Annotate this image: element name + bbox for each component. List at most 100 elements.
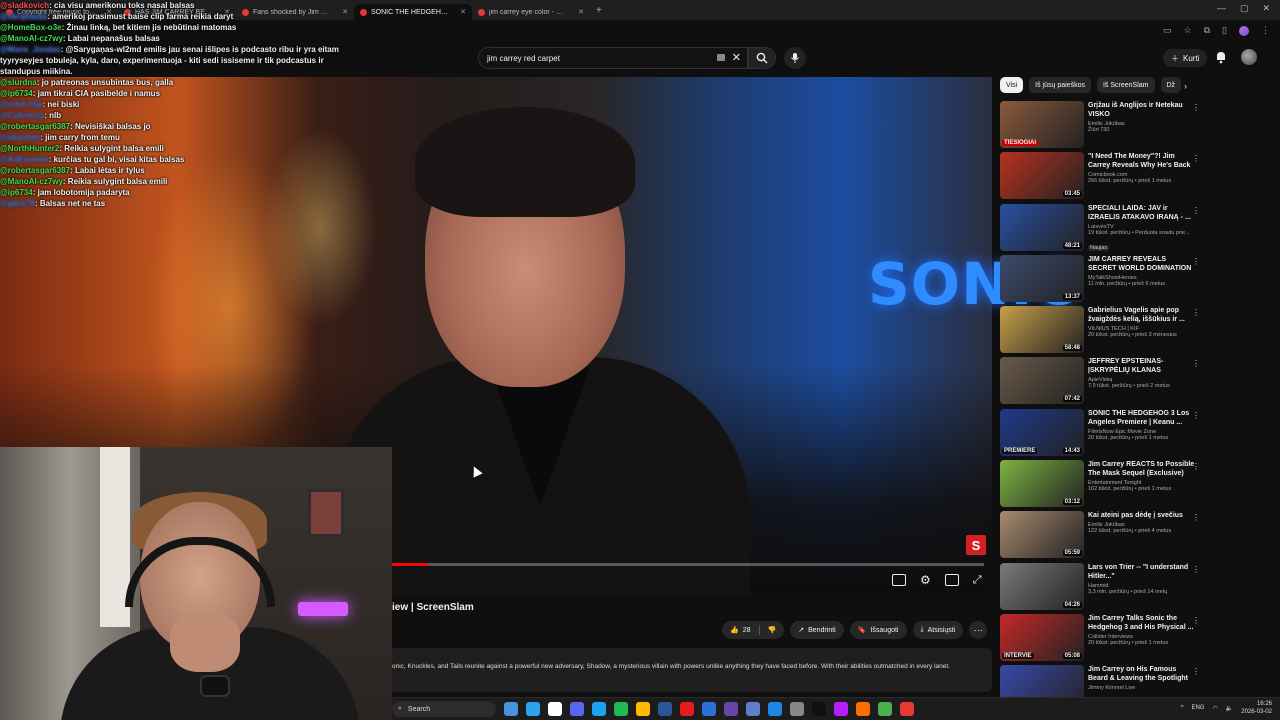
- more-options-icon[interactable]: ⋮: [1192, 206, 1200, 215]
- recommendation-item[interactable]: 03:12 Jim Carrey REACTS to Possible The M…: [1000, 460, 1272, 511]
- taskbar-app-icon[interactable]: [680, 702, 694, 716]
- chevron-up-icon[interactable]: ^: [1181, 705, 1184, 711]
- wifi-icon[interactable]: ◠: [1213, 705, 1218, 712]
- keyboard-icon[interactable]: [717, 54, 725, 61]
- browser-tab[interactable]: jim carrey eye color - Google ✕: [472, 4, 590, 20]
- search-button[interactable]: [748, 47, 776, 69]
- subtitles-icon[interactable]: [892, 574, 906, 586]
- taskbar-app-icon[interactable]: [614, 702, 628, 716]
- clear-search-icon[interactable]: ✕: [732, 51, 741, 64]
- extensions-icon[interactable]: ⧉: [1204, 25, 1210, 36]
- video-thumbnail[interactable]: 07:42: [1000, 357, 1084, 405]
- account-avatar[interactable]: [1241, 49, 1257, 65]
- download-button[interactable]: ⤓ Atsisiųsti: [912, 621, 964, 639]
- bookmark-star-icon[interactable]: ☆: [1184, 25, 1192, 36]
- taskbar-app-icon[interactable]: [658, 702, 672, 716]
- recommendation-item[interactable]: 14:43 PREMIERE SONIC THE HEDGEHOG 3 Los An…: [1000, 408, 1272, 460]
- tab-close-icon[interactable]: ✕: [460, 8, 466, 16]
- taskbar-app-icon[interactable]: [504, 702, 518, 716]
- video-thumbnail[interactable]: 03:12: [1000, 460, 1084, 508]
- taskbar-search[interactable]: ⌕ Search: [392, 701, 496, 717]
- more-options-icon[interactable]: ⋮: [1192, 565, 1200, 574]
- recommendation-item[interactable]: 03:45 "I Need The Money"?! Jim Carrey Rev…: [1000, 152, 1272, 203]
- more-options-icon[interactable]: ⋮: [1192, 411, 1200, 420]
- fullscreen-icon[interactable]: ⤢: [973, 574, 982, 587]
- channel-watermark[interactable]: S: [966, 535, 986, 555]
- taskbar-app-icon[interactable]: [812, 702, 826, 716]
- recommendation-item[interactable]: 48:21 SPECIALI LAIDA: JAV ir IZRAELIS ATA…: [1000, 203, 1272, 255]
- miniplayer-icon[interactable]: [944, 574, 959, 586]
- recommendation-item[interactable]: TIESIOGIAI Grįžau iš Anglijos ir Netekau …: [1000, 101, 1272, 152]
- tab-close-icon[interactable]: ✕: [578, 8, 584, 16]
- minimize-icon[interactable]: —: [1217, 3, 1226, 14]
- video-thumbnail[interactable]: 03:45: [1000, 152, 1084, 200]
- taskbar-app-icon[interactable]: [900, 702, 914, 716]
- video-thumbnail[interactable]: 05:59: [1000, 511, 1084, 559]
- taskbar-app-icon[interactable]: [768, 702, 782, 716]
- more-options-icon[interactable]: ⋮: [1192, 308, 1200, 317]
- filter-chip[interactable]: Iš jūsų paieškos: [1029, 77, 1091, 93]
- save-button[interactable]: 🔖 Išsaugoti: [849, 621, 907, 639]
- volume-icon[interactable]: 🔈: [1226, 705, 1233, 712]
- taskbar-app-icon[interactable]: [724, 702, 738, 716]
- language-indicator[interactable]: ENG: [1192, 705, 1205, 711]
- taskbar-app-icon[interactable]: [746, 702, 760, 716]
- sidebar-icon[interactable]: ▯: [1222, 25, 1227, 36]
- more-options-icon[interactable]: ⋮: [1192, 513, 1200, 522]
- filter-chip[interactable]: Iš ScreenSlam: [1096, 77, 1155, 93]
- chat-message: @skriptasas: amerikoj prasimust baise cl…: [0, 11, 420, 22]
- recommendation-item[interactable]: 05:59 Kai ateini pas dėdę į svečius Emilis…: [1000, 511, 1272, 562]
- video-thumbnail[interactable]: 04:26: [1000, 562, 1084, 610]
- recommendation-item[interactable]: 04:26 Lars von Trier -- "I understand Hit…: [1000, 562, 1272, 614]
- taskbar-app-icon[interactable]: [702, 702, 716, 716]
- taskbar-app-icon[interactable]: [592, 702, 606, 716]
- share-button[interactable]: ↗ Bendrinti: [790, 621, 844, 639]
- filter-chip[interactable]: Visi: [1000, 77, 1024, 93]
- more-options-icon[interactable]: ⋮: [1192, 667, 1200, 676]
- video-description[interactable]: onic, Knuckles, and Tails reunite agains…: [392, 648, 992, 692]
- more-options-icon[interactable]: ⋮: [1192, 616, 1200, 625]
- taskbar-app-icon[interactable]: [570, 702, 584, 716]
- taskbar-app-icon[interactable]: [526, 702, 540, 716]
- video-thumbnail[interactable]: TIESIOGIAI: [1000, 101, 1084, 148]
- search-input[interactable]: jim carrey red carpet ✕: [478, 47, 748, 69]
- clock[interactable]: 16:26 2026-03-02: [1241, 700, 1272, 716]
- recommendation-item[interactable]: 13:37 JIM CARREY REVEALS SECRET WORLD DOM…: [1000, 254, 1272, 306]
- recommendation-item[interactable]: 05:08 INTERVIE Jim Carrey Talks Sonic the …: [1000, 613, 1272, 665]
- more-actions-button[interactable]: ⋯: [969, 621, 988, 639]
- video-thumbnail[interactable]: 48:21: [1000, 203, 1084, 251]
- create-button[interactable]: ＋ Kurti: [1163, 49, 1208, 67]
- maximize-icon[interactable]: ▢: [1240, 3, 1249, 14]
- thumbs-down-icon[interactable]: 👎: [768, 626, 777, 634]
- settings-gear-icon[interactable]: ⚙: [920, 573, 931, 587]
- close-icon[interactable]: ✕: [1262, 3, 1270, 14]
- notifications-bell-icon[interactable]: [1214, 50, 1228, 64]
- channel-name[interactable]: Jimmy Kimmel Live: [1088, 685, 1196, 691]
- taskbar-app-icon[interactable]: [878, 702, 892, 716]
- voice-search-button[interactable]: [784, 47, 806, 69]
- browser-menu-icon[interactable]: ⋮: [1261, 25, 1270, 36]
- taskbar-app-icon[interactable]: [856, 702, 870, 716]
- video-thumbnail[interactable]: 05:08 INTERVIE: [1000, 613, 1084, 661]
- video-thumbnail[interactable]: 13:37: [1000, 254, 1084, 302]
- video-thumbnail[interactable]: 14:43 PREMIERE: [1000, 408, 1084, 456]
- video-thumbnail[interactable]: 58:48: [1000, 306, 1084, 354]
- taskbar-app-icon[interactable]: [790, 702, 804, 716]
- more-options-icon[interactable]: ⋮: [1192, 462, 1200, 471]
- recommendation-item[interactable]: 07:42 JEFFREY EPSTEINAS- ĮSKRYPĖLIŲ KLANA…: [1000, 357, 1272, 408]
- more-options-icon[interactable]: ⋮: [1192, 154, 1200, 163]
- more-options-icon[interactable]: ⋮: [1192, 103, 1200, 112]
- recommendation-item[interactable]: 58:48 Gabrielius Vagelis apie pop žvaigžd…: [1000, 306, 1272, 357]
- cast-icon[interactable]: ▭: [1163, 25, 1172, 36]
- taskbar-app-icon[interactable]: [548, 702, 562, 716]
- progress-bar[interactable]: [392, 563, 984, 566]
- taskbar-app-icon[interactable]: [636, 702, 650, 716]
- chevron-right-icon[interactable]: ›: [1184, 81, 1187, 91]
- filter-chip[interactable]: Dž: [1160, 77, 1182, 93]
- more-options-icon[interactable]: ⋮: [1192, 359, 1200, 368]
- taskbar-app-icon[interactable]: [834, 702, 848, 716]
- new-tab-button[interactable]: +: [590, 5, 608, 16]
- profile-avatar[interactable]: [1239, 25, 1249, 36]
- more-options-icon[interactable]: ⋮: [1192, 257, 1200, 266]
- like-button[interactable]: 👍 28 👎: [722, 621, 785, 639]
